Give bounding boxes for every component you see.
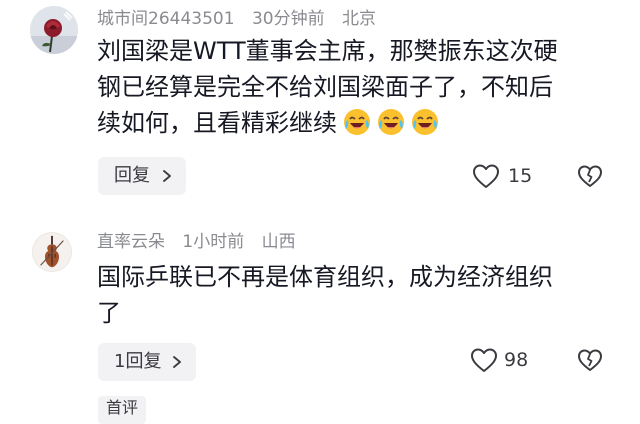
broken-heart-icon[interactable]: [577, 164, 603, 188]
first-comment-label[interactable]: 首评: [98, 396, 147, 424]
comment-text: 国际乒联已不再是体育组织，成为经济组织 了: [97, 259, 617, 331]
comment-meta: 直率云朵 1小时前 山西: [97, 229, 308, 255]
avatar[interactable]: [32, 232, 72, 272]
comment-time: 1小时前: [182, 232, 245, 252]
comment-item: 城市间26443501 30分钟前 北京 刘国梁是WTT董事会主席，那樊振东这次…: [0, 0, 640, 210]
comment-text-line: 钢已经算是完全不给刘国梁面子了，不知后: [97, 73, 553, 101]
broken-heart-icon[interactable]: [577, 348, 603, 372]
reply-button[interactable]: 1回复: [98, 343, 196, 381]
rose-avatar-icon: [30, 6, 78, 54]
comment-actions: 15: [470, 161, 640, 191]
comment-text-line-with-emoji: 续如何，且看精彩继续: [97, 105, 597, 141]
like-count: 15: [508, 165, 533, 187]
reply-button-label: 回复: [114, 165, 150, 186]
heart-icon[interactable]: [470, 347, 498, 373]
comment-text-line: 国际乒联已不再是体育组织，成为经济组织: [97, 263, 553, 291]
chevron-right-icon: [162, 170, 172, 182]
comment-meta: 城市间26443501 30分钟前 北京: [97, 6, 388, 32]
reply-button[interactable]: 回复: [98, 157, 186, 195]
chevron-right-icon: [172, 356, 182, 368]
comment-text-line: 了: [97, 299, 121, 327]
laughing-crying-emoji-icon: [343, 108, 371, 136]
reply-button-label: 1回复: [114, 351, 162, 372]
comment-text-line: 续如何，且看精彩继续: [97, 109, 337, 137]
comment-actions: 98: [470, 345, 640, 375]
like-count: 98: [504, 349, 529, 371]
comment-location: 山西: [261, 232, 296, 252]
comment-time: 30分钟前: [251, 9, 325, 29]
violin-avatar-icon: [33, 233, 71, 271]
comment-text: 刘国梁是WTT董事会主席，那樊振东这次硬 钢已经算是完全不给刘国梁面子了，不知后…: [97, 33, 597, 141]
username[interactable]: 直率云朵: [97, 232, 165, 252]
laughing-crying-emoji-icon: [377, 108, 405, 136]
comment-item: 直率云朵 1小时前 山西 国际乒联已不再是体育组织，成为经济组织 了 1回复 9…: [0, 210, 640, 410]
avatar[interactable]: [30, 6, 78, 54]
comment-text-line: 刘国梁是WTT董事会主席，那樊振东这次硬: [97, 37, 558, 65]
heart-icon[interactable]: [472, 163, 500, 189]
laughing-crying-emoji-icon: [411, 108, 439, 136]
username[interactable]: 城市间26443501: [97, 9, 235, 29]
comment-location: 北京: [341, 9, 376, 29]
